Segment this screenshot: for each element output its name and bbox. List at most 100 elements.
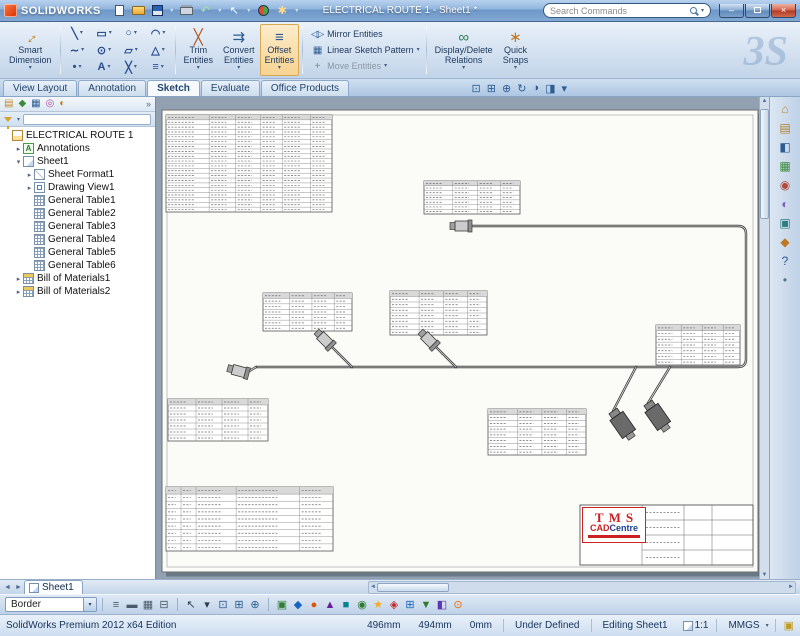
tree-item-sheet-format1[interactable]: ▸ Sheet Format1 — [0, 168, 155, 181]
options-dropdown-arrow[interactable]: ▾ — [293, 2, 301, 19]
display-delete-relations-button[interactable]: ∞ Display/Delete Relations ▾ — [430, 24, 498, 76]
units-value[interactable]: MMGS — [719, 620, 761, 631]
tree-item-general-table4[interactable]: General Table4 — [0, 233, 155, 246]
close-button[interactable]: × — [771, 4, 796, 18]
options-button[interactable]: ✱ — [274, 2, 291, 19]
search-commands-box[interactable]: ▾ — [543, 3, 711, 18]
quick-snaps-button[interactable]: ∗ Quick Snaps ▾ — [498, 24, 534, 76]
ellipse-tool[interactable]: ⊙▾ — [91, 42, 118, 59]
horizontal-scrollbar[interactable]: ◄ ► — [368, 581, 796, 594]
tree-item-general-table6[interactable]: General Table6 — [0, 259, 155, 272]
graphics-area[interactable]: TMS CADCentre ▲ ▼ — [156, 97, 769, 579]
sheet-tab-sheet1[interactable]: Sheet1 — [24, 580, 83, 594]
undo-button[interactable]: ↶ — [197, 2, 214, 19]
search-dropdown-arrow[interactable]: ▾ — [701, 7, 704, 14]
centerpoint-arc-tool[interactable]: ◠▾ — [145, 25, 172, 42]
align-icon[interactable]: ⊟ — [156, 596, 172, 614]
surface-finish-icon[interactable]: ■ — [338, 596, 354, 614]
dimxpertmanager-tab[interactable]: ◎ — [46, 97, 55, 111]
appearances-icon[interactable]: ◉ — [780, 179, 790, 191]
save-dropdown-arrow[interactable]: ▾ — [168, 2, 176, 19]
view-palette-icon[interactable]: ▦ — [779, 160, 790, 172]
design-library-icon[interactable]: ▤ — [779, 122, 790, 134]
tree-expander-icon[interactable]: ▸ — [14, 288, 23, 296]
scroll-left-arrow[interactable]: ◄ — [370, 584, 376, 590]
tree-expander-icon[interactable]: ▸ — [25, 184, 34, 192]
polygon-tool[interactable]: △▾ — [145, 42, 172, 59]
displaymanager-tab[interactable]: ◐ — [59, 97, 65, 111]
select-icon[interactable]: ↖ — [183, 596, 199, 614]
area-hatch-icon[interactable]: ▼ — [418, 596, 434, 614]
hide-show-icon[interactable]: ◨ — [545, 82, 555, 95]
configurationmanager-tab[interactable]: ▦ — [31, 97, 40, 111]
select-button[interactable]: ↖ — [226, 2, 243, 19]
tree-item-bill-of-materials1[interactable]: ▸ Bill of Materials1 — [0, 272, 155, 285]
save-button[interactable] — [149, 2, 166, 19]
zoom-area-icon[interactable]: ⊞ — [231, 596, 247, 614]
convert-entities-button[interactable]: ⇉ Convert Entities ▾ — [218, 24, 260, 76]
line-format-icon[interactable]: ▬ — [124, 596, 140, 614]
tree-item-root[interactable]: ELECTRICAL ROUTE 1 — [0, 129, 155, 142]
weld-symbol-icon[interactable]: ◉ — [354, 596, 370, 614]
tree-item-general-table2[interactable]: General Table2 — [0, 207, 155, 220]
rotate-view-icon[interactable]: ↻ — [517, 82, 526, 95]
sheet-nav-left-arrow[interactable]: ◄ — [2, 584, 13, 591]
horizontal-scroll-thumb[interactable] — [377, 583, 449, 592]
pin-icon[interactable]: • — [783, 274, 787, 286]
trim-entities-button[interactable]: ╳ Trim Entities ▾ — [179, 24, 219, 76]
mirror-entities-button[interactable]: ◁▷ Mirror Entities — [306, 27, 423, 42]
move-entities-button[interactable]: + Move Entities ▾ — [306, 59, 423, 74]
panel-overflow-chevrons[interactable]: » — [146, 99, 151, 109]
custom-properties-icon[interactable]: ▣ — [779, 217, 790, 229]
tab-evaluate[interactable]: Evaluate — [201, 80, 260, 96]
balloon-icon[interactable]: ▲ — [322, 596, 338, 614]
open-button[interactable] — [130, 2, 147, 19]
tree-item-annotations[interactable]: ▸ A Annotations — [0, 142, 155, 155]
corner-rectangle-tool[interactable]: ▭▾ — [91, 25, 118, 42]
new-document-button[interactable] — [111, 2, 128, 19]
zoom-fit-icon[interactable]: ⊡ — [472, 82, 481, 95]
zoom-area-icon[interactable]: ⊞ — [487, 82, 496, 95]
solidworks-resources-icon[interactable]: ⌂ — [781, 103, 788, 115]
file-explorer-icon[interactable]: ◧ — [779, 141, 790, 153]
sketch-icon[interactable]: ▣ — [274, 596, 290, 614]
filter-icon[interactable] — [4, 117, 12, 122]
border-style-dropdown-arrow[interactable]: ▾ — [83, 598, 96, 611]
zoom-fit-icon[interactable]: ⊡ — [215, 596, 231, 614]
featuremanager-tab[interactable]: ▤ — [4, 97, 13, 111]
undo-dropdown-arrow[interactable]: ▾ — [216, 2, 224, 19]
offset-entities-button[interactable]: ≡ Offset Entities ▾ — [260, 24, 300, 76]
tab-office-products[interactable]: Office Products — [261, 80, 349, 96]
tab-view-layout[interactable]: View Layout — [3, 80, 77, 96]
scroll-right-arrow[interactable]: ► — [788, 584, 794, 590]
units-dropdown-arrow[interactable]: ▾ — [766, 622, 769, 629]
border-style-select[interactable]: Border ▾ — [5, 597, 97, 612]
block-icon[interactable]: ◧ — [434, 596, 450, 614]
geometric-tolerance-icon[interactable]: ★ — [370, 596, 386, 614]
minimize-button[interactable]: – — [719, 4, 744, 18]
parallelogram-tool[interactable]: ▱▾ — [118, 42, 145, 59]
point-tool[interactable]: •▾ — [64, 59, 91, 76]
table-format-icon[interactable]: ▦ — [140, 596, 156, 614]
tree-item-general-table3[interactable]: General Table3 — [0, 220, 155, 233]
propertymanager-tab[interactable]: ◆ — [18, 97, 26, 111]
tree-expander-icon[interactable]: ▸ — [14, 145, 23, 153]
print-button[interactable] — [178, 2, 195, 19]
spline-tool[interactable]: ∼▾ — [64, 42, 91, 59]
linear-sketch-pattern-button[interactable]: ▦ Linear Sketch Pattern ▾ — [306, 43, 423, 58]
tree-expander-icon[interactable]: ▾ — [14, 158, 23, 166]
revision-icon[interactable]: ⊙ — [450, 596, 466, 614]
vertical-scroll-thumb[interactable] — [760, 109, 769, 219]
layer-properties-icon[interactable]: ≡ — [108, 596, 124, 614]
select-dropdown-arrow[interactable]: ▾ — [245, 2, 253, 19]
tree-item-general-table1[interactable]: General Table1 — [0, 194, 155, 207]
tab-annotation[interactable]: Annotation — [78, 80, 146, 96]
vertical-scrollbar[interactable]: ▲ ▼ — [759, 97, 769, 579]
dimension-icon[interactable]: ◆ — [290, 596, 306, 614]
smart-dimension-arrow[interactable]: ▾ — [29, 65, 32, 71]
tree-expander-icon[interactable]: ▸ — [25, 171, 34, 179]
tree-item-bill-of-materials2[interactable]: ▸ Bill of Materials2 — [0, 285, 155, 298]
filter-input[interactable] — [23, 114, 151, 125]
quick-tips-icon[interactable]: ▣ — [784, 619, 794, 632]
circle-tool[interactable]: ○▾ — [118, 25, 145, 42]
